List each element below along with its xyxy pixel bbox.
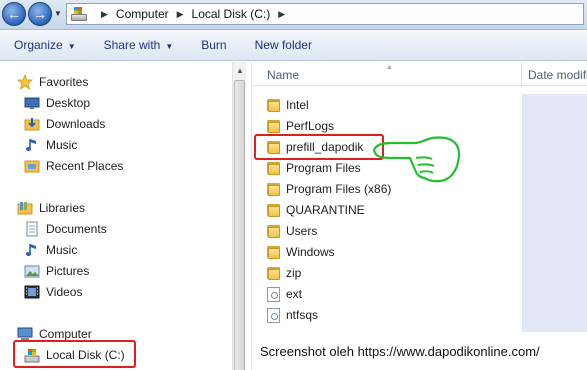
file-row[interactable]: zip (267, 263, 301, 283)
file-row[interactable]: Users (267, 221, 317, 241)
music-icon (24, 242, 40, 258)
nav-favorites-label: Favorites (39, 75, 89, 89)
chevron-down-icon: ▼ (165, 42, 174, 51)
nav-recent-places-label: Recent Places (46, 159, 124, 173)
scrollbar-thumb[interactable] (234, 80, 245, 370)
file-name: ntfsqs (286, 308, 319, 322)
column-header-name[interactable]: Name (267, 68, 299, 82)
file-row[interactable]: QUARANTINE (267, 200, 365, 220)
folder-icon (267, 182, 280, 196)
pictures-icon (24, 263, 40, 279)
address-bar-region: ← → ▼ ▶ Computer ▶ Local Disk (C:) ▶ (0, 0, 587, 30)
nav-videos-label: Videos (46, 285, 83, 299)
file-row[interactable]: ext (267, 284, 302, 304)
file-row[interactable]: Program Files (267, 158, 361, 178)
nav-desktop[interactable]: Desktop (24, 93, 90, 113)
share-with-label: Share with (103, 38, 161, 52)
nav-pane-scrollbar[interactable]: ▲ (232, 62, 246, 370)
folder-icon (267, 266, 280, 280)
caption-text: Screenshot oleh https://www.dapodikonlin… (260, 344, 540, 359)
file-name: Program Files (286, 161, 361, 175)
command-bar: Organize ▼ Share with ▼ Burn New folder (0, 30, 587, 61)
star-icon (16, 73, 34, 90)
file-icon (267, 286, 280, 302)
nav-documents-label: Documents (46, 222, 107, 236)
column-header-row: ▲ Name Date modifi (252, 62, 587, 86)
documents-icon (24, 221, 40, 237)
nav-music-label: Music (46, 138, 78, 152)
folder-icon (267, 203, 280, 217)
date-column-area (522, 94, 587, 332)
nav-library-music-label: Music (46, 243, 78, 257)
file-icon (267, 307, 280, 323)
scroll-up-icon[interactable]: ▲ (236, 66, 244, 75)
nav-libraries-label: Libraries (39, 201, 86, 215)
nav-libraries[interactable]: Libraries (17, 198, 85, 218)
organize-button[interactable]: Organize ▼ (14, 38, 76, 52)
chevron-down-icon: ▼ (67, 42, 76, 51)
file-name: PerfLogs (286, 119, 335, 133)
prefill-dapodik-highlight (254, 134, 384, 160)
nav-recent-places[interactable]: Recent Places (24, 156, 123, 176)
libraries-icon (17, 200, 33, 216)
file-name: ext (286, 287, 303, 301)
breadcrumb-local-disk[interactable]: Local Disk (C:) (192, 7, 271, 21)
file-name: QUARANTINE (286, 203, 365, 217)
organize-label: Organize (14, 38, 63, 52)
nav-computer-label: Computer (39, 327, 92, 341)
nav-desktop-label: Desktop (46, 96, 91, 110)
column-header-date-modified[interactable]: Date modifi (528, 68, 587, 82)
file-row[interactable]: Windows (267, 242, 335, 262)
address-bar[interactable]: ▶ Computer ▶ Local Disk (C:) ▶ (66, 3, 584, 25)
nav-library-music[interactable]: Music (24, 240, 77, 260)
chevron-right-icon[interactable]: ▶ (278, 9, 285, 20)
nav-pictures[interactable]: Pictures (24, 261, 89, 281)
nav-documents[interactable]: Documents (24, 219, 107, 239)
file-row[interactable]: Intel (267, 95, 309, 115)
file-row[interactable]: PerfLogs (267, 116, 334, 136)
file-name: Users (286, 224, 318, 238)
nav-downloads[interactable]: Downloads (24, 114, 105, 134)
recent-pages-dropdown[interactable]: ▼ (54, 9, 62, 18)
folder-icon (267, 245, 280, 259)
folder-icon (267, 119, 280, 133)
sort-arrow-icon: ▲ (386, 64, 393, 71)
folder-icon (267, 98, 280, 112)
nav-pictures-label: Pictures (46, 264, 90, 278)
file-list: ▲ Name Date modifi Intel PerfLogs prefill_… (252, 62, 587, 370)
forward-button[interactable]: → (28, 2, 52, 26)
column-separator[interactable] (521, 62, 522, 86)
chevron-right-icon[interactable]: ▶ (101, 9, 108, 20)
back-button[interactable]: ← (2, 2, 26, 26)
nav-favorites[interactable]: Favorites (16, 72, 89, 92)
nav-music[interactable]: Music (24, 135, 77, 155)
file-name: Intel (286, 98, 309, 112)
desktop-icon (24, 95, 40, 111)
nav-videos[interactable]: Videos (24, 282, 82, 302)
burn-button[interactable]: Burn (201, 38, 226, 52)
share-with-button[interactable]: Share with ▼ (104, 38, 174, 52)
recent-places-icon (24, 158, 40, 174)
local-disk-icon (71, 7, 87, 21)
explorer-window: ← → ▼ ▶ Computer ▶ Local Disk (C:) ▶ Org… (0, 0, 587, 370)
file-name: zip (286, 266, 302, 280)
new-folder-button[interactable]: New folder (255, 38, 312, 52)
navigation-pane: Favorites Desktop Downloads Music Recent… (0, 62, 246, 370)
folder-icon (267, 224, 280, 238)
breadcrumb-computer[interactable]: Computer (116, 7, 169, 21)
pointing-hand-icon (372, 136, 461, 183)
file-name: Windows (286, 245, 335, 259)
folder-icon (267, 161, 280, 175)
file-row[interactable]: ntfsqs (267, 305, 318, 325)
nav-downloads-label: Downloads (46, 117, 106, 131)
local-disk-highlight (13, 340, 136, 368)
downloads-icon (24, 116, 40, 132)
file-name: Program Files (x86) (286, 182, 392, 196)
music-icon (24, 137, 40, 153)
videos-icon (24, 284, 40, 300)
chevron-right-icon[interactable]: ▶ (177, 9, 184, 20)
